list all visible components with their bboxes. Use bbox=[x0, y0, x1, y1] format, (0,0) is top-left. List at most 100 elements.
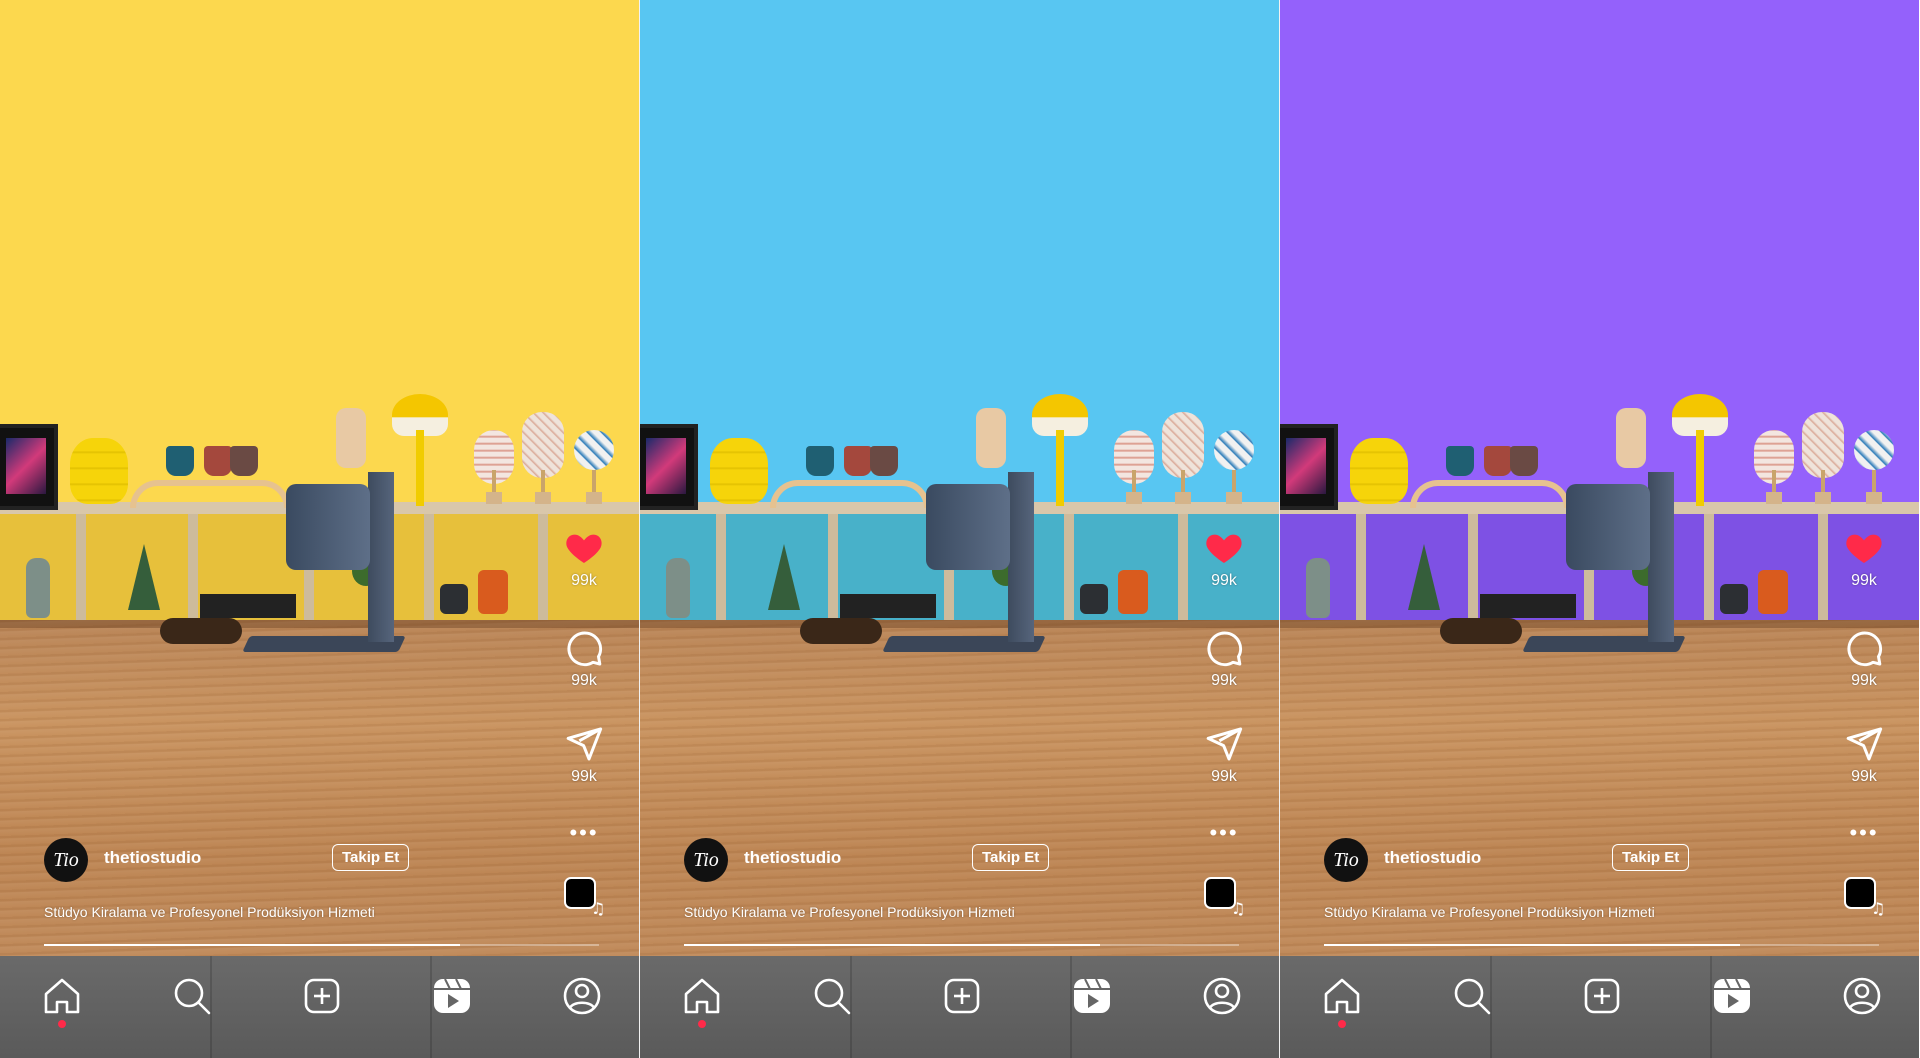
lamp-pole bbox=[1696, 430, 1704, 506]
share-action[interactable]: 99k bbox=[1169, 724, 1279, 786]
comment-action[interactable]: 99k bbox=[1809, 628, 1919, 690]
reel-panel-yellow: 99k 99k 99k ••• ♫ Tio thetiostudio Takip… bbox=[0, 0, 639, 1058]
shelf-divider bbox=[1356, 514, 1366, 620]
search-icon[interactable] bbox=[806, 970, 858, 1022]
comment-count: 99k bbox=[1211, 672, 1237, 689]
glass-vase bbox=[26, 558, 50, 618]
comment-icon[interactable] bbox=[564, 628, 604, 668]
create-icon[interactable] bbox=[1576, 970, 1628, 1022]
like-action[interactable]: 99k bbox=[1809, 528, 1919, 590]
svg-text:♫: ♫ bbox=[1231, 899, 1243, 916]
active-indicator bbox=[698, 1020, 706, 1028]
send-icon[interactable] bbox=[1844, 724, 1884, 764]
wooden-stand bbox=[1410, 480, 1570, 508]
black-box bbox=[200, 594, 296, 618]
heart-icon[interactable] bbox=[564, 528, 604, 568]
wooden-hand bbox=[976, 408, 1006, 468]
share-count: 99k bbox=[1851, 768, 1877, 785]
share-count: 99k bbox=[1211, 768, 1237, 785]
decor-block bbox=[586, 492, 602, 504]
bottom-nav bbox=[0, 956, 639, 1058]
bottom-nav bbox=[1280, 956, 1919, 1058]
reels-icon[interactable] bbox=[1066, 970, 1118, 1022]
video-progress[interactable] bbox=[684, 944, 1239, 946]
black-box bbox=[840, 594, 936, 618]
username[interactable]: thetiostudio bbox=[1384, 848, 1481, 868]
post-caption[interactable]: Stüdyo Kiralama ve Profesyonel Prodüksiy… bbox=[1324, 904, 1655, 920]
orange-grinder bbox=[1118, 570, 1148, 614]
follow-button[interactable]: Takip Et bbox=[1612, 844, 1690, 871]
audio-icon[interactable]: ♫ bbox=[1203, 876, 1243, 916]
decor-block bbox=[1226, 492, 1242, 504]
profile-icon[interactable] bbox=[556, 970, 608, 1022]
heart-icon[interactable] bbox=[1204, 528, 1244, 568]
like-count: 99k bbox=[1211, 572, 1237, 589]
laser-engraver-column bbox=[1008, 472, 1034, 642]
post-caption[interactable]: Stüdyo Kiralama ve Profesyonel Prodüksiy… bbox=[684, 904, 1015, 920]
mug bbox=[204, 446, 232, 476]
camera bbox=[1720, 584, 1748, 614]
home-icon[interactable] bbox=[676, 970, 728, 1022]
decor-block bbox=[486, 492, 502, 504]
share-action[interactable]: 99k bbox=[1809, 724, 1919, 786]
decor-block bbox=[1126, 492, 1142, 504]
avatar[interactable]: Tio bbox=[684, 838, 728, 882]
video-progress[interactable] bbox=[1324, 944, 1879, 946]
mug bbox=[1510, 446, 1538, 476]
yellow-vase bbox=[1350, 438, 1408, 504]
mug bbox=[166, 446, 194, 476]
create-icon[interactable] bbox=[296, 970, 348, 1022]
like-action[interactable]: 99k bbox=[529, 528, 639, 590]
send-icon[interactable] bbox=[1204, 724, 1244, 764]
reels-icon[interactable] bbox=[426, 970, 478, 1022]
comment-action[interactable]: 99k bbox=[529, 628, 639, 690]
avatar[interactable]: Tio bbox=[1324, 838, 1368, 882]
send-icon[interactable] bbox=[564, 724, 604, 764]
orange-grinder bbox=[1758, 570, 1788, 614]
active-indicator bbox=[58, 1020, 66, 1028]
comment-action[interactable]: 99k bbox=[1169, 628, 1279, 690]
laser-engraver-head bbox=[926, 484, 1010, 570]
profile-icon[interactable] bbox=[1836, 970, 1888, 1022]
video-progress-fill bbox=[684, 944, 1101, 946]
post-caption[interactable]: Stüdyo Kiralama ve Profesyonel Prodüksiy… bbox=[44, 904, 375, 920]
username[interactable]: thetiostudio bbox=[744, 848, 841, 868]
reels-icon[interactable] bbox=[1706, 970, 1758, 1022]
comment-icon[interactable] bbox=[1844, 628, 1884, 668]
follow-button[interactable]: Takip Et bbox=[972, 844, 1050, 871]
audio-icon[interactable]: ♫ bbox=[1843, 876, 1883, 916]
yellow-vase bbox=[70, 438, 128, 504]
laser-engraver-head bbox=[1566, 484, 1650, 570]
more-options-icon[interactable]: ••• bbox=[529, 822, 639, 844]
action-column: 99k 99k 99k ••• ♫ bbox=[1169, 520, 1279, 940]
avatar[interactable]: Tio bbox=[44, 838, 88, 882]
laser-engraver-head bbox=[286, 484, 370, 570]
decor-round bbox=[1854, 430, 1894, 470]
sunglasses bbox=[160, 618, 242, 644]
follow-button[interactable]: Takip Et bbox=[332, 844, 410, 871]
audio-icon[interactable]: ♫ bbox=[563, 876, 603, 916]
screenshot-collage: 99k 99k 99k ••• ♫ Tio thetiostudio Takip… bbox=[0, 0, 1920, 1058]
share-count: 99k bbox=[571, 768, 597, 785]
decor-round bbox=[574, 430, 614, 470]
heart-icon[interactable] bbox=[1844, 528, 1884, 568]
video-progress[interactable] bbox=[44, 944, 599, 946]
more-options-icon[interactable]: ••• bbox=[1169, 822, 1279, 844]
comment-count: 99k bbox=[571, 672, 597, 689]
glass-vase bbox=[1306, 558, 1330, 618]
search-icon[interactable] bbox=[166, 970, 218, 1022]
lamp-pole bbox=[416, 430, 424, 506]
like-action[interactable]: 99k bbox=[1169, 528, 1279, 590]
more-options-icon[interactable]: ••• bbox=[1809, 822, 1919, 844]
home-icon[interactable] bbox=[36, 970, 88, 1022]
create-icon[interactable] bbox=[936, 970, 988, 1022]
username[interactable]: thetiostudio bbox=[104, 848, 201, 868]
home-icon[interactable] bbox=[1316, 970, 1368, 1022]
search-icon[interactable] bbox=[1446, 970, 1498, 1022]
mug bbox=[806, 446, 834, 476]
share-action[interactable]: 99k bbox=[529, 724, 639, 786]
comment-icon[interactable] bbox=[1204, 628, 1244, 668]
profile-icon[interactable] bbox=[1196, 970, 1248, 1022]
shelf-divider bbox=[828, 514, 838, 620]
svg-text:♫: ♫ bbox=[591, 899, 603, 916]
